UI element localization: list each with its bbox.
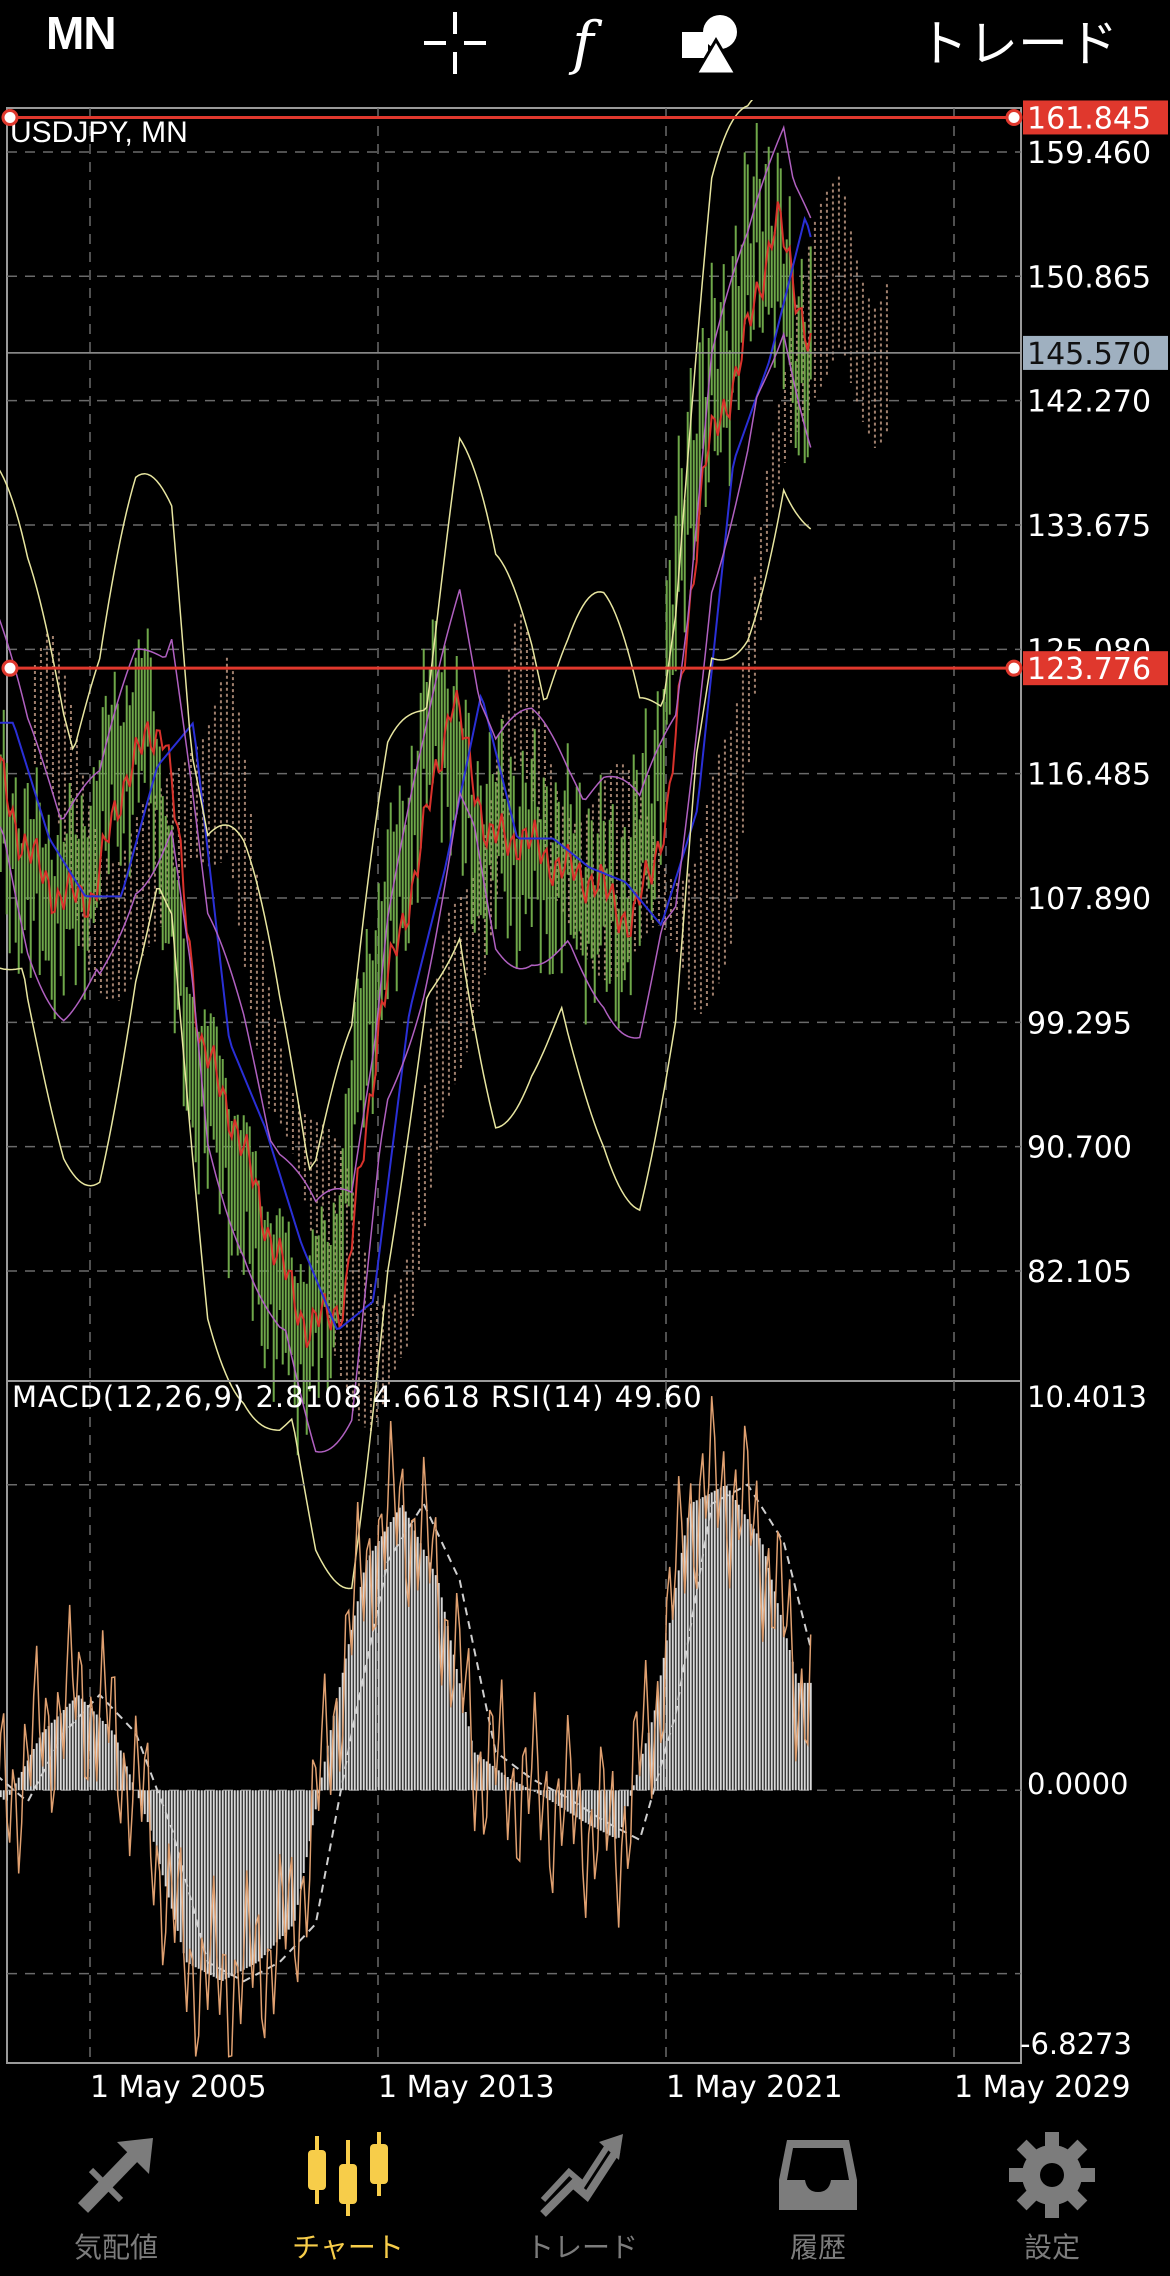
macd-level-bottom: -6.8273 <box>1020 2027 1132 2061</box>
bottom-tab-bar: 気配値 チャート トレード 履歴 設定 <box>0 2110 1170 2276</box>
x-axis-label: 1 May 2013 <box>378 2070 555 2105</box>
band-upper-outer <box>0 100 754 1171</box>
price-level-label: 90.700 <box>1027 1131 1132 1166</box>
hline-price-label: 161.845 <box>1027 101 1151 136</box>
tab-history[interactable]: 履歴 <box>728 2110 908 2276</box>
settings-gear-icon <box>1009 2132 1095 2218</box>
crosshair-icon[interactable] <box>420 8 490 78</box>
top-toolbar: MN f トレード <box>0 0 1170 100</box>
chart-canvas[interactable]: USDJPY, MN 159.460150.865142.270133.6751… <box>0 100 1170 2110</box>
tab-quotes[interactable]: 気配値 <box>26 2110 206 2276</box>
quotes-icon <box>77 2138 153 2213</box>
x-axis-label: 1 May 2021 <box>666 2070 843 2105</box>
tab-label: 設定 <box>1023 2231 1080 2264</box>
price-axis: 159.460150.865142.270133.675125.080116.4… <box>1027 136 1151 1290</box>
price-level-label: 133.675 <box>1027 509 1151 544</box>
x-axis-label: 1 May 2005 <box>90 2070 267 2105</box>
macd-level-zero: 0.0000 <box>1027 1767 1128 1801</box>
svg-text:f: f <box>568 9 603 77</box>
price-level-label: 82.105 <box>1027 1255 1132 1290</box>
history-inbox-icon <box>779 2140 857 2210</box>
hline-handle[interactable] <box>1005 659 1023 677</box>
indicator-label: MACD(12,26,9) 2.8108 4.6618 RSI(14) 49.6… <box>12 1380 703 1414</box>
price-level-label: 107.890 <box>1027 882 1151 917</box>
tab-label: チャート <box>292 2231 404 2264</box>
current-price-label: 145.570 <box>1027 337 1151 372</box>
hline-handle[interactable] <box>1005 108 1023 126</box>
symbol-label: USDJPY, MN <box>10 116 188 149</box>
tab-label: 履歴 <box>789 2231 846 2264</box>
price-candles <box>0 123 812 1456</box>
tab-trade[interactable]: トレード <box>492 2110 672 2276</box>
price-level-label: 159.460 <box>1027 136 1151 171</box>
horizontal-lines[interactable]: 161.845 123.776 <box>1 100 1168 687</box>
hline-handle[interactable] <box>1 108 19 126</box>
hline-price-label: 123.776 <box>1027 652 1151 687</box>
trade-menu-button[interactable]: トレード <box>918 4 1118 76</box>
price-level-label: 99.295 <box>1027 1006 1132 1041</box>
tab-chart[interactable]: チャート <box>258 2110 438 2276</box>
price-level-label: 142.270 <box>1027 385 1151 420</box>
trade-icon <box>540 2134 623 2217</box>
shapes-icon[interactable] <box>676 8 746 78</box>
tab-settings[interactable]: 設定 <box>962 2110 1142 2276</box>
tab-label: 気配値 <box>73 2231 158 2264</box>
sub-pane-frame <box>6 1380 1022 2064</box>
function-icon[interactable]: f <box>548 8 618 78</box>
chart-candles-icon <box>308 2132 388 2216</box>
tab-label: トレード <box>525 2231 638 2264</box>
sub-grid-lines <box>7 1381 1021 2063</box>
timeframe-button[interactable]: MN <box>46 6 117 60</box>
price-level-label: 150.865 <box>1027 260 1151 295</box>
price-level-label: 116.485 <box>1027 758 1151 793</box>
x-axis-label: 1 May 2029 <box>954 2070 1131 2105</box>
hline-handle[interactable] <box>1 659 19 677</box>
macd-level-top: 10.4013 <box>1027 1380 1147 1414</box>
